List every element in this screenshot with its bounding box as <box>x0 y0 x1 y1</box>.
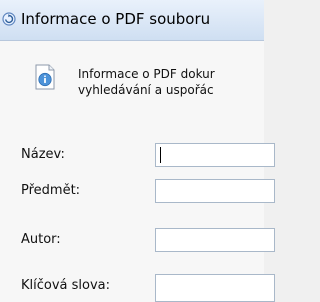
intro-line-1: Informace o PDF dokur <box>78 67 215 81</box>
window-title: Informace o PDF souboru <box>21 10 211 28</box>
intro-line-2: vyhledávání a uspořác <box>78 83 214 97</box>
title-input[interactable] <box>155 143 275 167</box>
circular-arrow-icon <box>2 12 16 26</box>
author-input[interactable] <box>155 228 275 252</box>
keywords-label: Klíčová slova: <box>21 278 111 293</box>
title-label: Název: <box>21 147 65 162</box>
author-label: Autor: <box>21 232 61 247</box>
window-titlebar: Informace o PDF souboru <box>0 0 264 41</box>
text-caret <box>160 147 161 163</box>
subject-label: Předmět: <box>21 183 81 198</box>
subject-input[interactable] <box>155 179 275 203</box>
intro-text: Informace o PDF dokur vyhledávání a uspo… <box>78 66 264 98</box>
keywords-input[interactable] <box>155 274 275 302</box>
info-icon <box>35 64 55 90</box>
